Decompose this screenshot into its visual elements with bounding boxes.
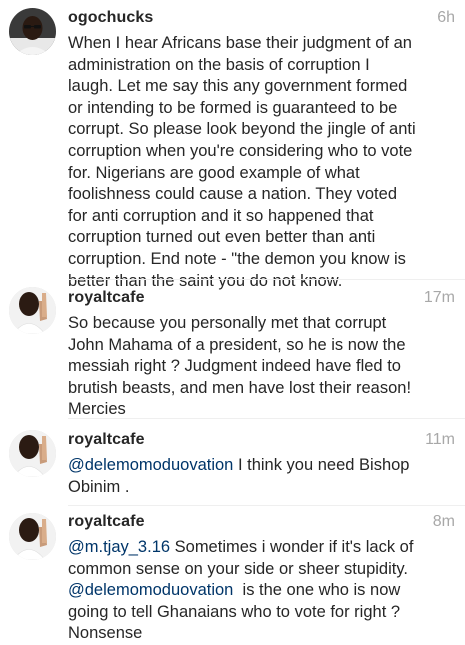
comment-line: for. Nigerians are good example of what <box>68 163 360 182</box>
divider <box>68 418 465 419</box>
comment-timestamp: 6h <box>437 9 455 26</box>
comment-line: @delemomoduovation is the one who is now <box>68 580 460 602</box>
comment-text: @delemomoduovation I think you need Bish… <box>68 455 460 498</box>
avatar[interactable] <box>9 513 56 560</box>
comment-line: laugh. Let me say this any government fo… <box>68 77 408 96</box>
praying-hands-profile-icon <box>9 513 56 560</box>
comment-line: corruption when you're considering who t… <box>68 141 413 160</box>
comment-item: royaltcafe 11m @delemomoduovation I thin… <box>0 420 465 506</box>
avatar[interactable] <box>9 8 56 55</box>
user-mention-link[interactable]: @delemomoduovation <box>68 456 233 474</box>
comment-line: going to tell Ghanaians who to vote for … <box>68 602 401 621</box>
comment-line: corrupt. So please look beyond the jingl… <box>68 120 416 139</box>
comment-line: John Mahama of a president, so he is now… <box>68 335 406 354</box>
divider <box>68 505 465 506</box>
comment-timestamp: 8m <box>432 513 455 530</box>
comment-line: When I hear Africans base their judgment… <box>68 34 412 52</box>
praying-hands-profile-icon <box>9 430 56 477</box>
comment-line: @delemomoduovation I think you need Bish… <box>68 455 460 477</box>
comment-username[interactable]: royaltcafe <box>68 431 145 449</box>
profile-photo-icon <box>9 8 56 55</box>
comment-timestamp: 17m <box>423 289 455 306</box>
comment-text-fragment: Sometimes i wonder if it's lack of <box>170 538 414 556</box>
comment-line: corruption turned out even better than a… <box>68 228 376 247</box>
comment-line: or intending to be formed is guaranteed … <box>68 98 398 117</box>
comment-line: @m.tjay_3.16 Sometimes i wonder if it's … <box>68 537 460 559</box>
comment-text: @m.tjay_3.16 Sometimes i wonder if it's … <box>68 537 460 645</box>
comment-line: brutish beasts, and men have lost their … <box>68 378 412 397</box>
comment-text-fragment: I think you need Bishop <box>233 456 410 474</box>
comment-line: So because you personally met that corru… <box>68 314 387 332</box>
comment-line: Nonsense <box>68 624 143 643</box>
comment-line: foolishness could cause a nation. They v… <box>68 185 397 204</box>
comment-timestamp: 11m <box>425 431 455 448</box>
user-mention-link[interactable]: @delemomoduovation <box>68 581 233 599</box>
comment-username[interactable]: royaltcafe <box>68 513 145 531</box>
avatar[interactable] <box>9 287 56 334</box>
comment-line: administration on the basis of corruptio… <box>68 55 370 74</box>
comment-username[interactable]: royaltcafe <box>68 289 145 307</box>
comment-line: corruption. End note - "the demon you kn… <box>68 249 406 268</box>
comment-line: messiah right ? Judgment indeed have fle… <box>68 357 401 376</box>
user-mention-link[interactable]: @m.tjay_3.16 <box>68 538 170 556</box>
praying-hands-profile-icon <box>9 287 56 334</box>
comment-line: common sense on your side or sheer stupi… <box>68 559 408 578</box>
comments-feed: ogochucks 6h When I hear Africans base t… <box>0 0 465 642</box>
comment-item: ogochucks 6h When I hear Africans base t… <box>0 0 465 290</box>
comment-text: When I hear Africans base their judgment… <box>68 33 460 292</box>
divider <box>68 279 465 280</box>
comment-line: for anti corruption and it so happened t… <box>68 206 374 225</box>
comment-text-fragment: is the one who is now <box>233 581 401 600</box>
comment-item: royaltcafe 8m @m.tjay_3.16 Sometimes i w… <box>0 507 465 642</box>
comment-line: Obinim . <box>68 477 130 496</box>
avatar[interactable] <box>9 430 56 477</box>
comment-text: So because you personally met that corru… <box>68 313 460 421</box>
comment-item: royaltcafe 17m So because you personally… <box>0 281 465 419</box>
comment-username[interactable]: ogochucks <box>68 9 153 27</box>
